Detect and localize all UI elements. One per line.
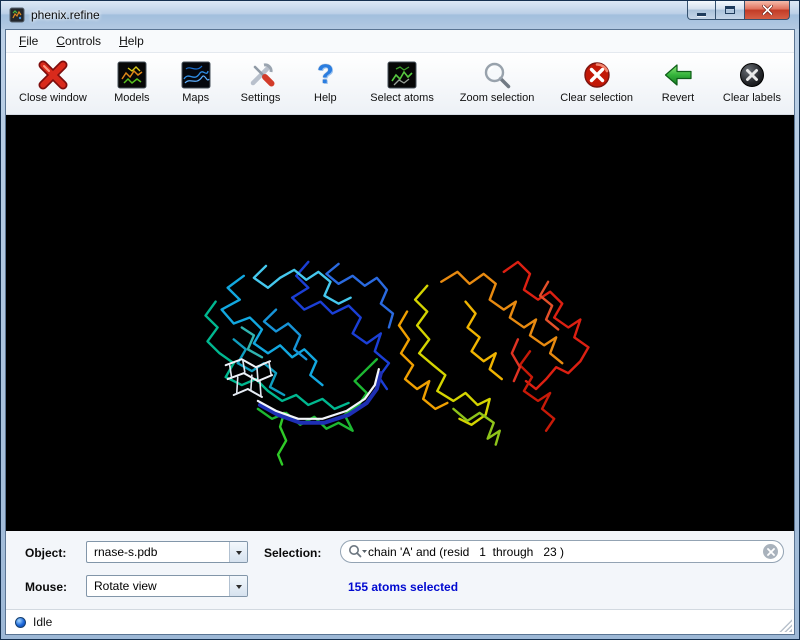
menu-help[interactable]: Help — [110, 30, 153, 52]
settings-icon — [242, 58, 280, 91]
minimize-icon — [697, 13, 706, 16]
client-area: File Controls Help Close window — [5, 29, 795, 635]
select-atoms-icon — [383, 58, 421, 91]
controls-panel: Object: rnase-s.pdb Selection: — [6, 531, 794, 609]
status-bar: Idle — [6, 609, 794, 634]
toolbar-clear-selection-button[interactable]: Clear selection — [557, 57, 636, 105]
close-window-icon — [34, 58, 72, 91]
close-icon — [762, 5, 773, 15]
search-icon[interactable] — [348, 544, 368, 559]
app-icon — [9, 7, 25, 23]
toolbar-close-window-button[interactable]: Close window — [16, 57, 90, 105]
window-controls — [687, 1, 790, 20]
toolbar-revert-button[interactable]: Revert — [656, 57, 700, 105]
menu-controls[interactable]: Controls — [47, 30, 110, 52]
mouse-label: Mouse: — [25, 580, 67, 594]
object-dropdown[interactable]: rnase-s.pdb — [86, 541, 248, 563]
toolbar-clear-labels-button[interactable]: Clear labels — [720, 57, 784, 105]
molecule-viewport[interactable] — [6, 115, 794, 531]
minimize-button[interactable] — [687, 1, 716, 20]
toolbar-settings-button[interactable]: Settings — [238, 57, 284, 105]
window-titlebar[interactable]: phenix.refine — [1, 1, 799, 29]
models-icon — [113, 58, 151, 91]
selection-label: Selection: — [264, 546, 321, 560]
selection-input[interactable] — [368, 545, 763, 559]
close-button[interactable] — [744, 1, 790, 20]
selection-searchbox — [340, 540, 784, 563]
clear-search-button[interactable] — [763, 544, 778, 559]
zoom-selection-icon — [478, 58, 516, 91]
clear-selection-icon — [578, 58, 616, 91]
mouse-mode-dropdown[interactable]: Rotate view — [86, 575, 248, 597]
menu-file[interactable]: File — [10, 30, 47, 52]
atoms-selected-text: 155 atoms selected — [348, 580, 458, 594]
menu-bar: File Controls Help — [6, 30, 794, 53]
toolbar-models-button[interactable]: Models — [110, 57, 154, 105]
mouse-mode-dropdown-value: Rotate view — [87, 579, 229, 593]
chevron-down-icon — [229, 576, 247, 596]
toolbar-help-button[interactable]: ? Help — [303, 57, 347, 105]
maximize-icon — [725, 6, 735, 14]
phenix-refine-window: phenix.refine File Controls Help — [0, 0, 800, 640]
maps-icon — [177, 58, 215, 91]
maximize-button[interactable] — [716, 1, 744, 20]
clear-labels-icon — [733, 58, 771, 91]
revert-icon — [659, 58, 697, 91]
resize-grip[interactable] — [779, 619, 792, 632]
status-text: Idle — [33, 615, 52, 629]
chevron-down-icon — [229, 542, 247, 562]
toolbar: Close window Models — [6, 53, 794, 115]
molecule-render — [6, 115, 794, 531]
toolbar-maps-button[interactable]: Maps — [174, 57, 218, 105]
window-title: phenix.refine — [31, 8, 100, 22]
clear-search-icon — [767, 548, 775, 556]
object-dropdown-value: rnase-s.pdb — [87, 545, 229, 559]
status-led-icon — [15, 617, 26, 628]
toolbar-zoom-selection-button[interactable]: Zoom selection — [457, 57, 538, 105]
help-icon: ? — [306, 58, 344, 91]
object-label: Object: — [25, 546, 66, 560]
toolbar-select-atoms-button[interactable]: Select atoms — [367, 57, 437, 105]
